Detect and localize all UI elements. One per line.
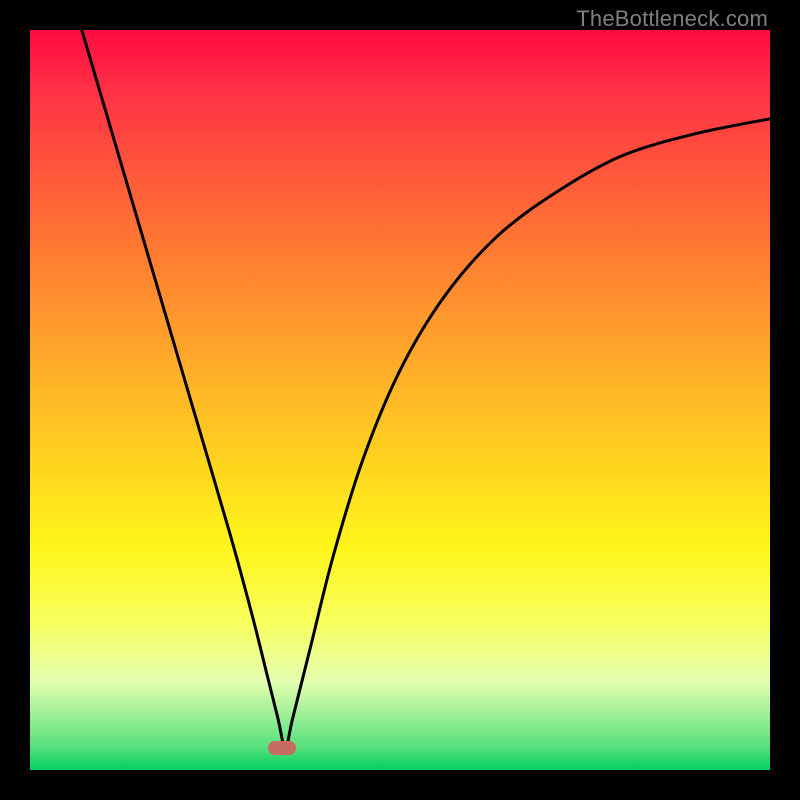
plot-area xyxy=(30,30,770,770)
optimal-point-marker xyxy=(268,741,296,755)
curve-svg xyxy=(30,30,770,770)
bottleneck-curve-path xyxy=(82,30,770,748)
watermark-text: TheBottleneck.com xyxy=(576,6,768,32)
chart-frame: TheBottleneck.com xyxy=(0,0,800,800)
